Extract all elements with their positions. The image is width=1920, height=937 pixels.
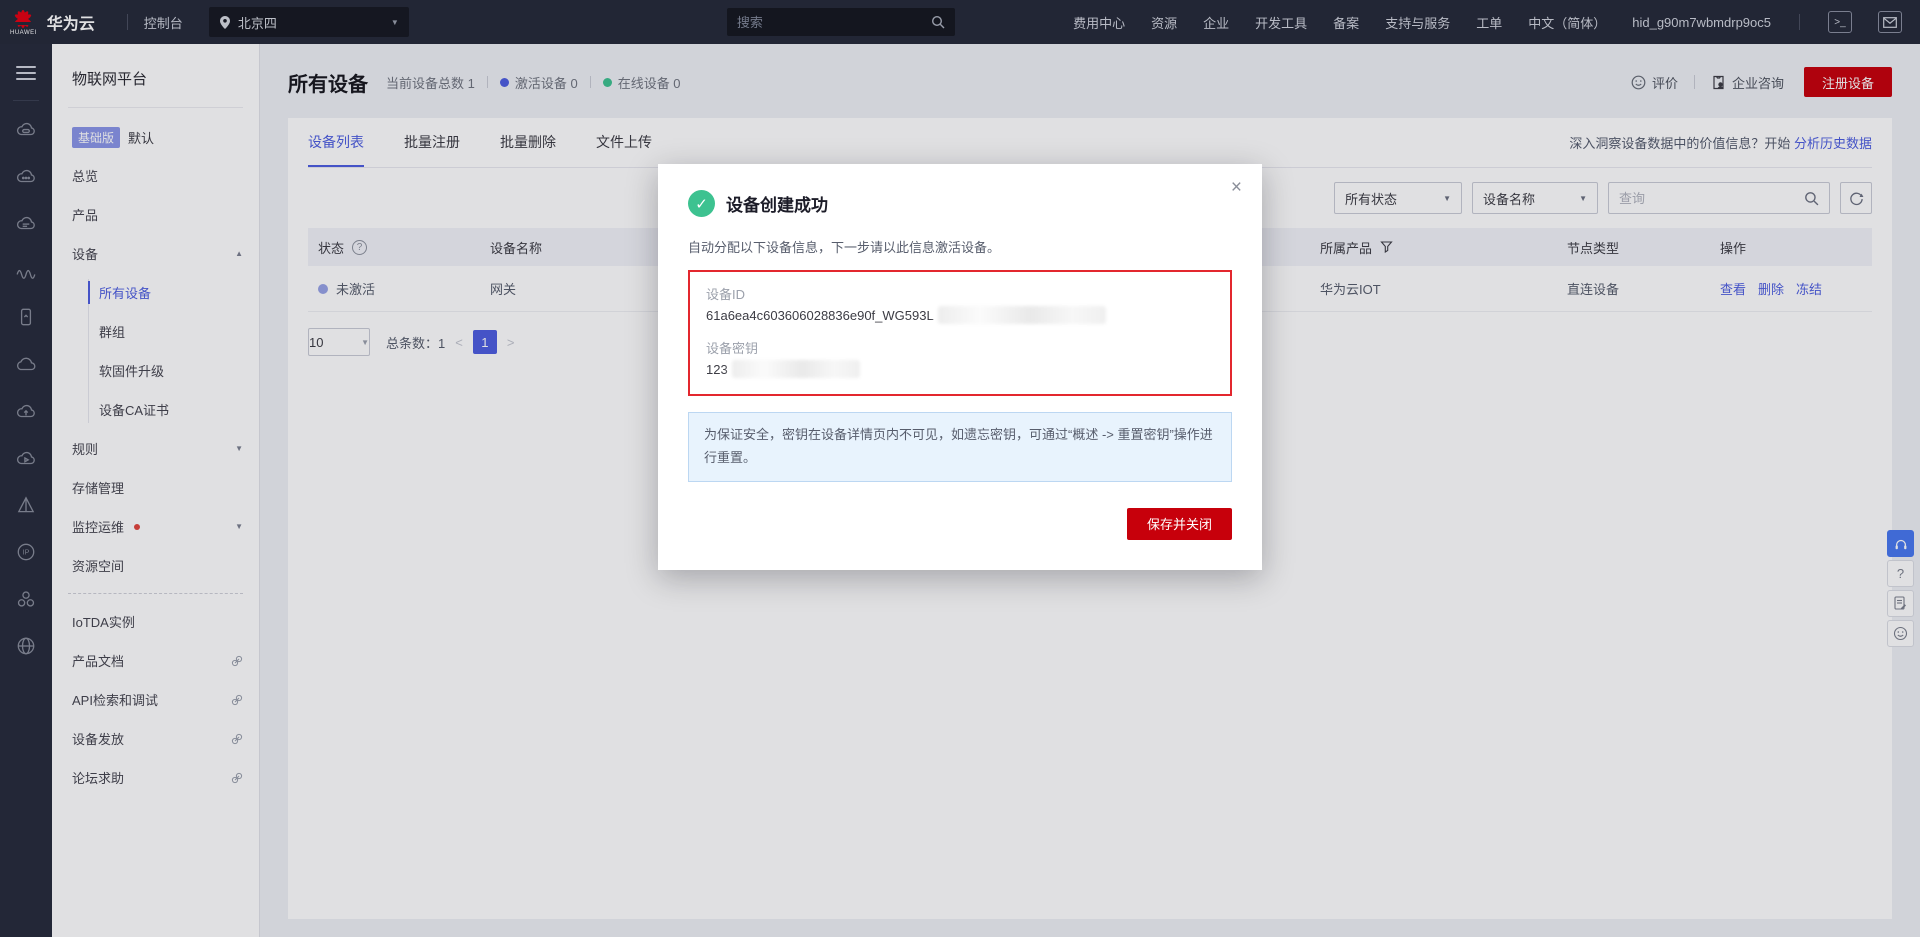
security-notice: 为保证安全，密钥在设备详情页内不可见，如遗忘密钥，可通过“概述 -> 重置密钥”… bbox=[688, 412, 1232, 482]
redacted-blur bbox=[732, 360, 860, 378]
close-icon[interactable]: × bbox=[1231, 178, 1242, 197]
device-id-value: 61a6ea4c603606028836e90f_WG593L bbox=[706, 308, 934, 323]
modal-title: 设备创建成功 bbox=[726, 191, 828, 216]
device-secret-label: 设备密钥 bbox=[706, 338, 1214, 357]
device-id-label: 设备ID bbox=[706, 284, 1214, 303]
redacted-blur bbox=[938, 306, 1106, 324]
credentials-highlight-box: 设备ID 61a6ea4c603606028836e90f_WG593L 设备密… bbox=[688, 270, 1232, 396]
device-secret-value: 123 bbox=[706, 362, 728, 377]
modal-subtitle: 自动分配以下设备信息，下一步请以此信息激活设备。 bbox=[688, 237, 1232, 256]
save-and-close-button[interactable]: 保存并关闭 bbox=[1127, 508, 1232, 540]
success-check-icon: ✓ bbox=[688, 190, 715, 217]
device-created-modal: × ✓ 设备创建成功 自动分配以下设备信息，下一步请以此信息激活设备。 设备ID… bbox=[658, 164, 1262, 570]
